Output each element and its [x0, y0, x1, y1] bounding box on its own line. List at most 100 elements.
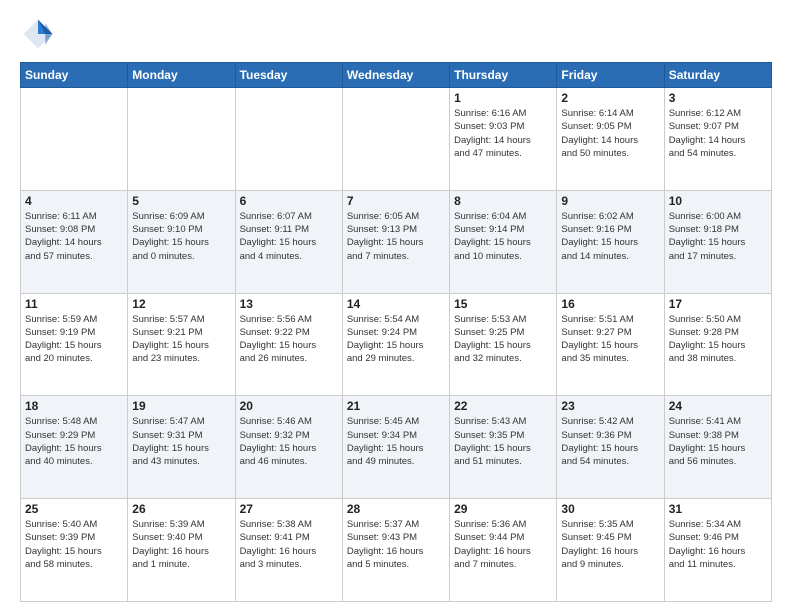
day-cell-27: 27Sunrise: 5:38 AM Sunset: 9:41 PM Dayli…	[235, 499, 342, 602]
day-info-28: Sunrise: 5:37 AM Sunset: 9:43 PM Dayligh…	[347, 518, 445, 571]
week-row-4: 18 Sunrise: 5:48 AM Sunset: 9:29 PM Dayli…	[21, 396, 772, 499]
weekday-header-tuesday: Tuesday	[235, 63, 342, 88]
day-number-27: 27	[240, 502, 338, 516]
day-number-8: 8	[454, 194, 552, 208]
day-number-31: 31	[669, 502, 767, 516]
day-cell-9: 9 Sunrise: 6:02 AM Sunset: 9:16 PM Daylig…	[557, 190, 664, 293]
day-info-2: Sunrise: 6:14 AM Sunset: 9:05 PM Dayligh…	[561, 107, 659, 160]
weekday-header-sunday: Sunday	[21, 63, 128, 88]
logo	[20, 16, 60, 52]
day-cell-5: 5 Sunrise: 6:09 AM Sunset: 9:10 PM Daylig…	[128, 190, 235, 293]
day-number-29: 29	[454, 502, 552, 516]
day-cell-6: 6 Sunrise: 6:07 AM Sunset: 9:11 PM Daylig…	[235, 190, 342, 293]
day-info-10: Sunrise: 6:00 AM Sunset: 9:18 PM Dayligh…	[669, 210, 767, 263]
day-number-18: 18	[25, 399, 123, 413]
page: SundayMondayTuesdayWednesdayThursdayFrid…	[0, 0, 792, 612]
day-cell-24: 24 Sunrise: 5:41 AM Sunset: 9:38 PM Dayli…	[664, 396, 771, 499]
day-info-3: Sunrise: 6:12 AM Sunset: 9:07 PM Dayligh…	[669, 107, 767, 160]
day-info-31: Sunrise: 5:34 AM Sunset: 9:46 PM Dayligh…	[669, 518, 767, 571]
empty-cell	[342, 88, 449, 191]
weekday-header-saturday: Saturday	[664, 63, 771, 88]
day-number-17: 17	[669, 297, 767, 311]
header	[20, 16, 772, 52]
day-info-8: Sunrise: 6:04 AM Sunset: 9:14 PM Dayligh…	[454, 210, 552, 263]
day-cell-13: 13 Sunrise: 5:56 AM Sunset: 9:22 PM Dayli…	[235, 293, 342, 396]
day-cell-16: 16 Sunrise: 5:51 AM Sunset: 9:27 PM Dayli…	[557, 293, 664, 396]
day-info-21: Sunrise: 5:45 AM Sunset: 9:34 PM Dayligh…	[347, 415, 445, 468]
day-number-5: 5	[132, 194, 230, 208]
day-cell-19: 19 Sunrise: 5:47 AM Sunset: 9:31 PM Dayli…	[128, 396, 235, 499]
weekday-header-row: SundayMondayTuesdayWednesdayThursdayFrid…	[21, 63, 772, 88]
day-cell-31: 31 Sunrise: 5:34 AM Sunset: 9:46 PM Dayli…	[664, 499, 771, 602]
day-info-13: Sunrise: 5:56 AM Sunset: 9:22 PM Dayligh…	[240, 313, 338, 366]
day-info-23: Sunrise: 5:42 AM Sunset: 9:36 PM Dayligh…	[561, 415, 659, 468]
day-info-14: Sunrise: 5:54 AM Sunset: 9:24 PM Dayligh…	[347, 313, 445, 366]
day-info-26: Sunrise: 5:39 AM Sunset: 9:40 PM Dayligh…	[132, 518, 230, 571]
day-number-25: 25	[25, 502, 123, 516]
day-info-17: Sunrise: 5:50 AM Sunset: 9:28 PM Dayligh…	[669, 313, 767, 366]
day-cell-22: 22Sunrise: 5:43 AM Sunset: 9:35 PM Dayli…	[450, 396, 557, 499]
day-cell-4: 4Sunrise: 6:11 AM Sunset: 9:08 PM Daylig…	[21, 190, 128, 293]
day-number-19: 19	[132, 399, 230, 413]
day-cell-18: 18 Sunrise: 5:48 AM Sunset: 9:29 PM Dayli…	[21, 396, 128, 499]
day-info-15: Sunrise: 5:53 AM Sunset: 9:25 PM Dayligh…	[454, 313, 552, 366]
day-number-28: 28	[347, 502, 445, 516]
day-info-7: Sunrise: 6:05 AM Sunset: 9:13 PM Dayligh…	[347, 210, 445, 263]
day-number-9: 9	[561, 194, 659, 208]
day-info-29: Sunrise: 5:36 AM Sunset: 9:44 PM Dayligh…	[454, 518, 552, 571]
logo-icon	[20, 16, 56, 52]
day-cell-21: 21 Sunrise: 5:45 AM Sunset: 9:34 PM Dayli…	[342, 396, 449, 499]
day-number-10: 10	[669, 194, 767, 208]
day-cell-1: 1Sunrise: 6:16 AM Sunset: 9:03 PM Daylig…	[450, 88, 557, 191]
day-cell-25: 25 Sunrise: 5:40 AM Sunset: 9:39 PM Dayli…	[21, 499, 128, 602]
day-info-1: Sunrise: 6:16 AM Sunset: 9:03 PM Dayligh…	[454, 107, 552, 160]
day-cell-29: 29 Sunrise: 5:36 AM Sunset: 9:44 PM Dayli…	[450, 499, 557, 602]
day-number-13: 13	[240, 297, 338, 311]
day-cell-15: 15Sunrise: 5:53 AM Sunset: 9:25 PM Dayli…	[450, 293, 557, 396]
week-row-5: 25 Sunrise: 5:40 AM Sunset: 9:39 PM Dayli…	[21, 499, 772, 602]
day-info-5: Sunrise: 6:09 AM Sunset: 9:10 PM Dayligh…	[132, 210, 230, 263]
day-number-21: 21	[347, 399, 445, 413]
day-cell-20: 20Sunrise: 5:46 AM Sunset: 9:32 PM Dayli…	[235, 396, 342, 499]
day-cell-17: 17 Sunrise: 5:50 AM Sunset: 9:28 PM Dayli…	[664, 293, 771, 396]
weekday-header-thursday: Thursday	[450, 63, 557, 88]
day-number-23: 23	[561, 399, 659, 413]
day-number-2: 2	[561, 91, 659, 105]
day-info-9: Sunrise: 6:02 AM Sunset: 9:16 PM Dayligh…	[561, 210, 659, 263]
day-info-12: Sunrise: 5:57 AM Sunset: 9:21 PM Dayligh…	[132, 313, 230, 366]
day-info-18: Sunrise: 5:48 AM Sunset: 9:29 PM Dayligh…	[25, 415, 123, 468]
day-cell-28: 28 Sunrise: 5:37 AM Sunset: 9:43 PM Dayli…	[342, 499, 449, 602]
calendar-table: SundayMondayTuesdayWednesdayThursdayFrid…	[20, 62, 772, 602]
day-info-6: Sunrise: 6:07 AM Sunset: 9:11 PM Dayligh…	[240, 210, 338, 263]
weekday-header-monday: Monday	[128, 63, 235, 88]
day-info-16: Sunrise: 5:51 AM Sunset: 9:27 PM Dayligh…	[561, 313, 659, 366]
day-cell-12: 12 Sunrise: 5:57 AM Sunset: 9:21 PM Dayli…	[128, 293, 235, 396]
day-info-25: Sunrise: 5:40 AM Sunset: 9:39 PM Dayligh…	[25, 518, 123, 571]
day-number-6: 6	[240, 194, 338, 208]
day-cell-2: 2 Sunrise: 6:14 AM Sunset: 9:05 PM Daylig…	[557, 88, 664, 191]
day-number-16: 16	[561, 297, 659, 311]
day-number-12: 12	[132, 297, 230, 311]
day-number-30: 30	[561, 502, 659, 516]
day-cell-8: 8 Sunrise: 6:04 AM Sunset: 9:14 PM Daylig…	[450, 190, 557, 293]
day-cell-30: 30Sunrise: 5:35 AM Sunset: 9:45 PM Dayli…	[557, 499, 664, 602]
day-number-11: 11	[25, 297, 123, 311]
day-info-11: Sunrise: 5:59 AM Sunset: 9:19 PM Dayligh…	[25, 313, 123, 366]
day-cell-14: 14Sunrise: 5:54 AM Sunset: 9:24 PM Dayli…	[342, 293, 449, 396]
day-cell-11: 11 Sunrise: 5:59 AM Sunset: 9:19 PM Dayli…	[21, 293, 128, 396]
day-info-4: Sunrise: 6:11 AM Sunset: 9:08 PM Dayligh…	[25, 210, 123, 263]
day-number-20: 20	[240, 399, 338, 413]
week-row-2: 4Sunrise: 6:11 AM Sunset: 9:08 PM Daylig…	[21, 190, 772, 293]
day-number-24: 24	[669, 399, 767, 413]
weekday-header-wednesday: Wednesday	[342, 63, 449, 88]
day-info-19: Sunrise: 5:47 AM Sunset: 9:31 PM Dayligh…	[132, 415, 230, 468]
week-row-1: 1Sunrise: 6:16 AM Sunset: 9:03 PM Daylig…	[21, 88, 772, 191]
day-cell-23: 23 Sunrise: 5:42 AM Sunset: 9:36 PM Dayli…	[557, 396, 664, 499]
day-number-3: 3	[669, 91, 767, 105]
weekday-header-friday: Friday	[557, 63, 664, 88]
day-cell-10: 10 Sunrise: 6:00 AM Sunset: 9:18 PM Dayli…	[664, 190, 771, 293]
day-cell-26: 26Sunrise: 5:39 AM Sunset: 9:40 PM Dayli…	[128, 499, 235, 602]
day-info-24: Sunrise: 5:41 AM Sunset: 9:38 PM Dayligh…	[669, 415, 767, 468]
day-cell-3: 3 Sunrise: 6:12 AM Sunset: 9:07 PM Daylig…	[664, 88, 771, 191]
day-number-22: 22	[454, 399, 552, 413]
